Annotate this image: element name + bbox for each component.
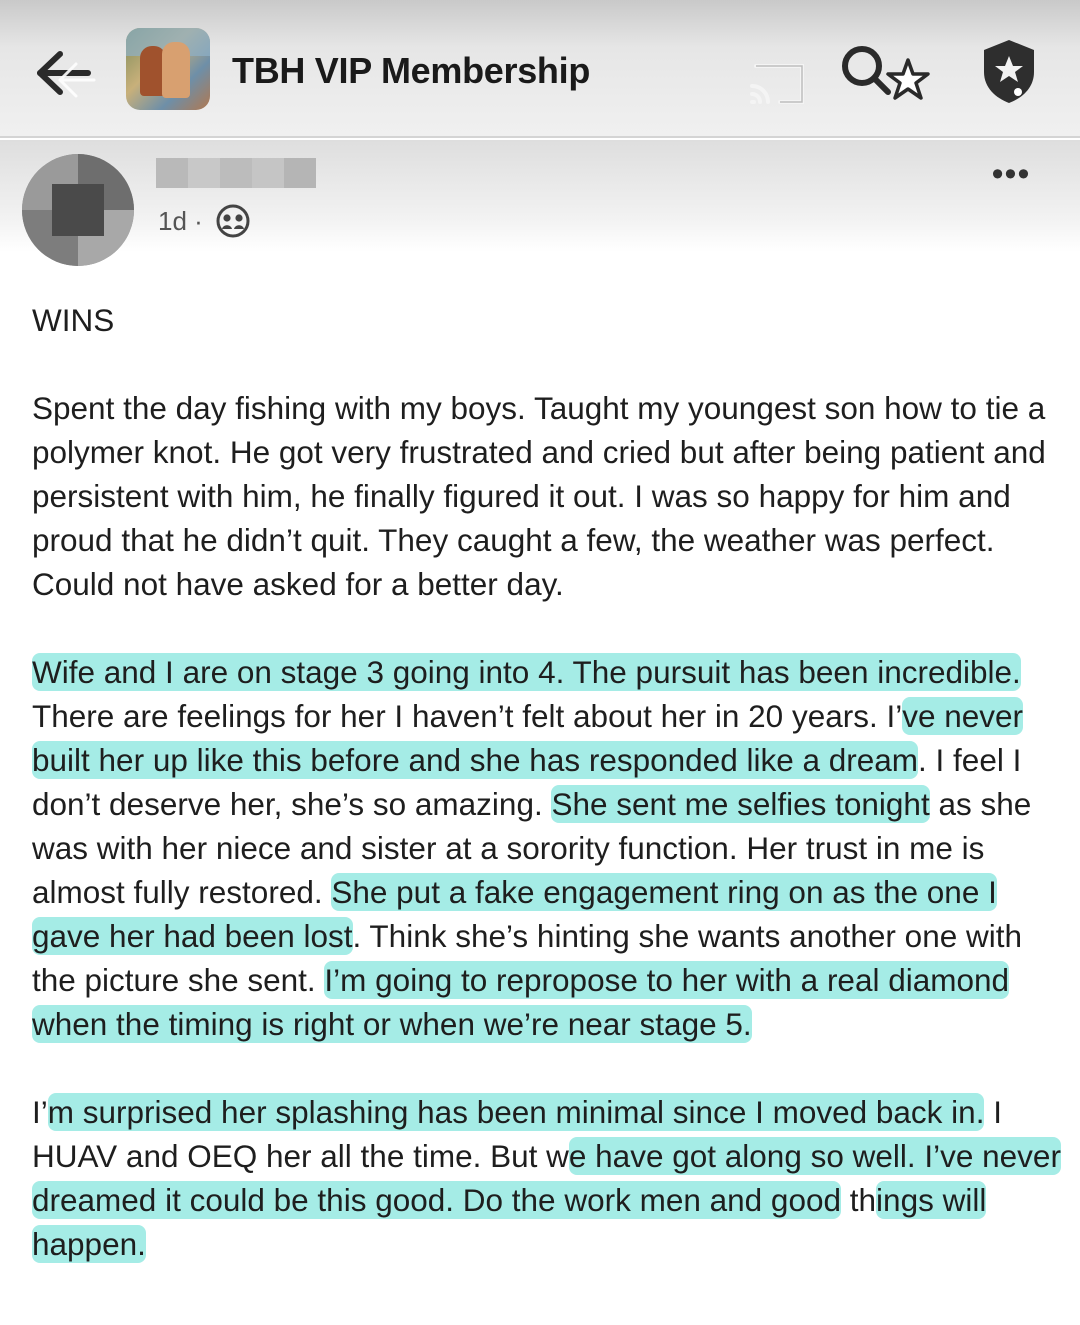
text-segment: Spent the day fishing with my boys. Taug… [32,390,1046,602]
shield-icon [984,40,1034,103]
post-title: WINS [32,302,115,338]
avatar-figure [162,42,190,98]
privacy-button[interactable] [216,204,250,238]
text-segment: There are feelings for her I haven’t fel… [32,698,903,734]
time-separator: · [194,206,203,236]
group-avatar[interactable] [126,28,210,110]
highlighted-text: m surprised her splashing has been minim… [47,1093,985,1131]
search-button[interactable] [836,42,936,106]
post-time: 1d [158,206,187,236]
post-body: WINS Spent the day fishing with my boys.… [32,298,1062,1266]
cast-icon [750,64,804,104]
post-paragraphs: Spent the day fishing with my boys. Taug… [32,386,1062,1266]
post-timestamp[interactable]: 1d · [158,206,203,237]
post-paragraph: I’m surprised her splashing has been min… [32,1090,1062,1266]
highlighted-text: Wife and I are on stage 3 going into 4. … [32,653,1021,691]
text-segment: th [841,1182,877,1218]
post-paragraph: Wife and I are on stage 3 going into 4. … [32,650,1062,1046]
group-title[interactable]: TBH VIP Membership [232,50,590,92]
post-paragraph: Spent the day fishing with my boys. Taug… [32,386,1062,606]
text-segment: I’ [32,1094,48,1130]
highlighted-text: She sent me selfies tonight [551,785,930,823]
back-arrow-icon [37,51,96,98]
cast-button[interactable] [748,58,810,108]
group-members-icon [216,204,250,238]
app-bar: TBH VIP Membership [0,0,1080,138]
back-button[interactable] [30,40,100,106]
author-name-redacted[interactable] [156,158,316,188]
admin-tools-button[interactable] [978,36,1040,106]
author-avatar[interactable] [22,154,134,266]
more-options-button[interactable]: ••• [986,156,1036,192]
search-star-icon [842,46,930,100]
